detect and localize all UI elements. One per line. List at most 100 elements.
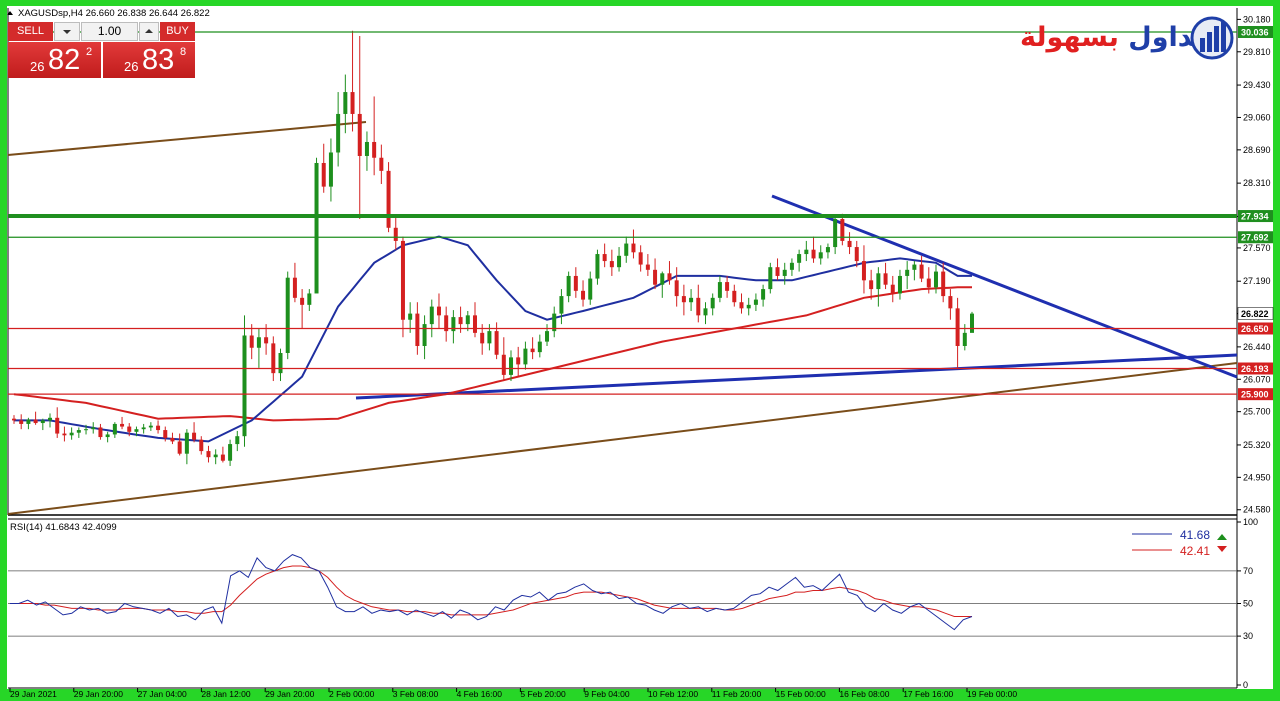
candle [393, 214, 398, 250]
candle-body [962, 332, 967, 346]
price-tick-label: 29.060 [1243, 112, 1271, 122]
candle [566, 271, 571, 303]
candle-body [725, 282, 730, 291]
price-tag: 26.822 [1237, 307, 1274, 320]
candle [861, 245, 866, 294]
down-arrow-icon [1217, 546, 1227, 552]
sell-price-prefix: 26 [30, 59, 45, 74]
buy-button[interactable]: BUY [160, 22, 195, 41]
candle-body [890, 284, 895, 294]
candle [674, 267, 679, 307]
buy-price[interactable]: 26 83 8 [103, 42, 195, 78]
symbol-header: XAGUSDsp,H4 26.660 26.838 26.644 26.822 [18, 8, 210, 19]
candle [710, 293, 715, 316]
candle-body [501, 354, 506, 375]
candle [451, 310, 456, 344]
price-tick-label: 25.700 [1243, 407, 1271, 417]
candle [328, 138, 333, 202]
candle-body [105, 434, 110, 438]
candle [55, 407, 60, 438]
candle [307, 289, 312, 311]
candle-body [400, 240, 405, 320]
price-axis: 30.180 29.810 29.430 29.060 28.690 28.310 27.9… [1237, 14, 1271, 515]
rsi-legend-value: 41.68 [1180, 528, 1210, 542]
candle-body [170, 437, 175, 442]
price-tick-label: 27.570 [1243, 243, 1271, 253]
candle [609, 249, 614, 276]
candle-body [689, 297, 694, 303]
rsi-tick-label: 50 [1243, 599, 1253, 609]
price-tick-label: 28.690 [1243, 145, 1271, 155]
up-arrow-icon [1217, 534, 1227, 540]
candle-body [559, 296, 564, 314]
candle-body [509, 357, 514, 375]
candle [775, 258, 780, 281]
candle-body [847, 240, 852, 248]
price-tag-label: 26.822 [1241, 309, 1269, 319]
candle-body [775, 267, 780, 276]
moving-averages [13, 235, 972, 443]
candle-body [660, 273, 665, 285]
candle-body [429, 306, 434, 325]
rsi-tick-label: 100 [1243, 517, 1258, 527]
candle [559, 289, 564, 325]
candle-body [436, 306, 441, 316]
candle [444, 306, 449, 342]
sell-button[interactable]: SELL [8, 22, 53, 41]
price-tick-label: 28.310 [1243, 178, 1271, 188]
candle-body [156, 425, 161, 431]
candle [386, 162, 391, 233]
volume-dropdown[interactable] [54, 22, 80, 41]
volume-input[interactable]: 1.00 [81, 22, 138, 41]
candle-body [91, 427, 96, 430]
candle [105, 431, 110, 443]
time-tick-label: 29 Jan 2021 [10, 689, 57, 699]
candle-body [566, 275, 571, 297]
candle-body [278, 353, 283, 374]
candle [970, 311, 974, 333]
candle-body [746, 304, 751, 309]
candle [69, 427, 74, 440]
candle-body [667, 273, 672, 281]
volume-stepper[interactable] [139, 22, 159, 41]
candle [890, 275, 895, 303]
candle [761, 284, 766, 307]
price-tick-label: 25.320 [1243, 440, 1271, 450]
candle-body [480, 332, 485, 344]
candle [696, 284, 701, 323]
candle-body [933, 271, 938, 288]
bar-chart-globe-icon [1190, 16, 1234, 60]
price-tick-label: 26.440 [1243, 342, 1271, 352]
candle-body [33, 419, 38, 424]
candle-body [602, 254, 607, 262]
candle [91, 422, 96, 434]
candle [825, 243, 830, 259]
signal-legend-value: 42.41 [1180, 544, 1210, 558]
candle-body [545, 331, 550, 342]
rsi-line [10, 554, 973, 631]
candle [242, 315, 247, 447]
candle-body [62, 433, 67, 436]
candle-body [285, 277, 290, 354]
sell-price[interactable]: 26 82 2 [8, 42, 101, 78]
price-tick-label: 30.180 [1243, 14, 1271, 24]
candle-body [833, 219, 838, 248]
candle [948, 289, 953, 320]
candle-body [753, 299, 758, 305]
time-tick-label: 28 Jan 12:00 [201, 689, 250, 699]
price-tick-label: 29.810 [1243, 47, 1271, 57]
candle-body [292, 277, 297, 298]
candle [220, 446, 225, 463]
candle-body [134, 429, 139, 432]
candle-body [537, 341, 542, 353]
candle-body [739, 302, 744, 309]
candle-body [69, 432, 74, 436]
candle [501, 337, 506, 382]
price-chart[interactable]: 30.180 29.810 29.430 29.060 28.690 28.310 27.9… [0, 0, 1280, 701]
price-tick-label: 26.070 [1243, 374, 1271, 384]
candle-body [264, 337, 269, 344]
candle [213, 449, 218, 465]
candle [271, 336, 276, 382]
candle-body [120, 423, 125, 427]
candle [364, 131, 369, 171]
